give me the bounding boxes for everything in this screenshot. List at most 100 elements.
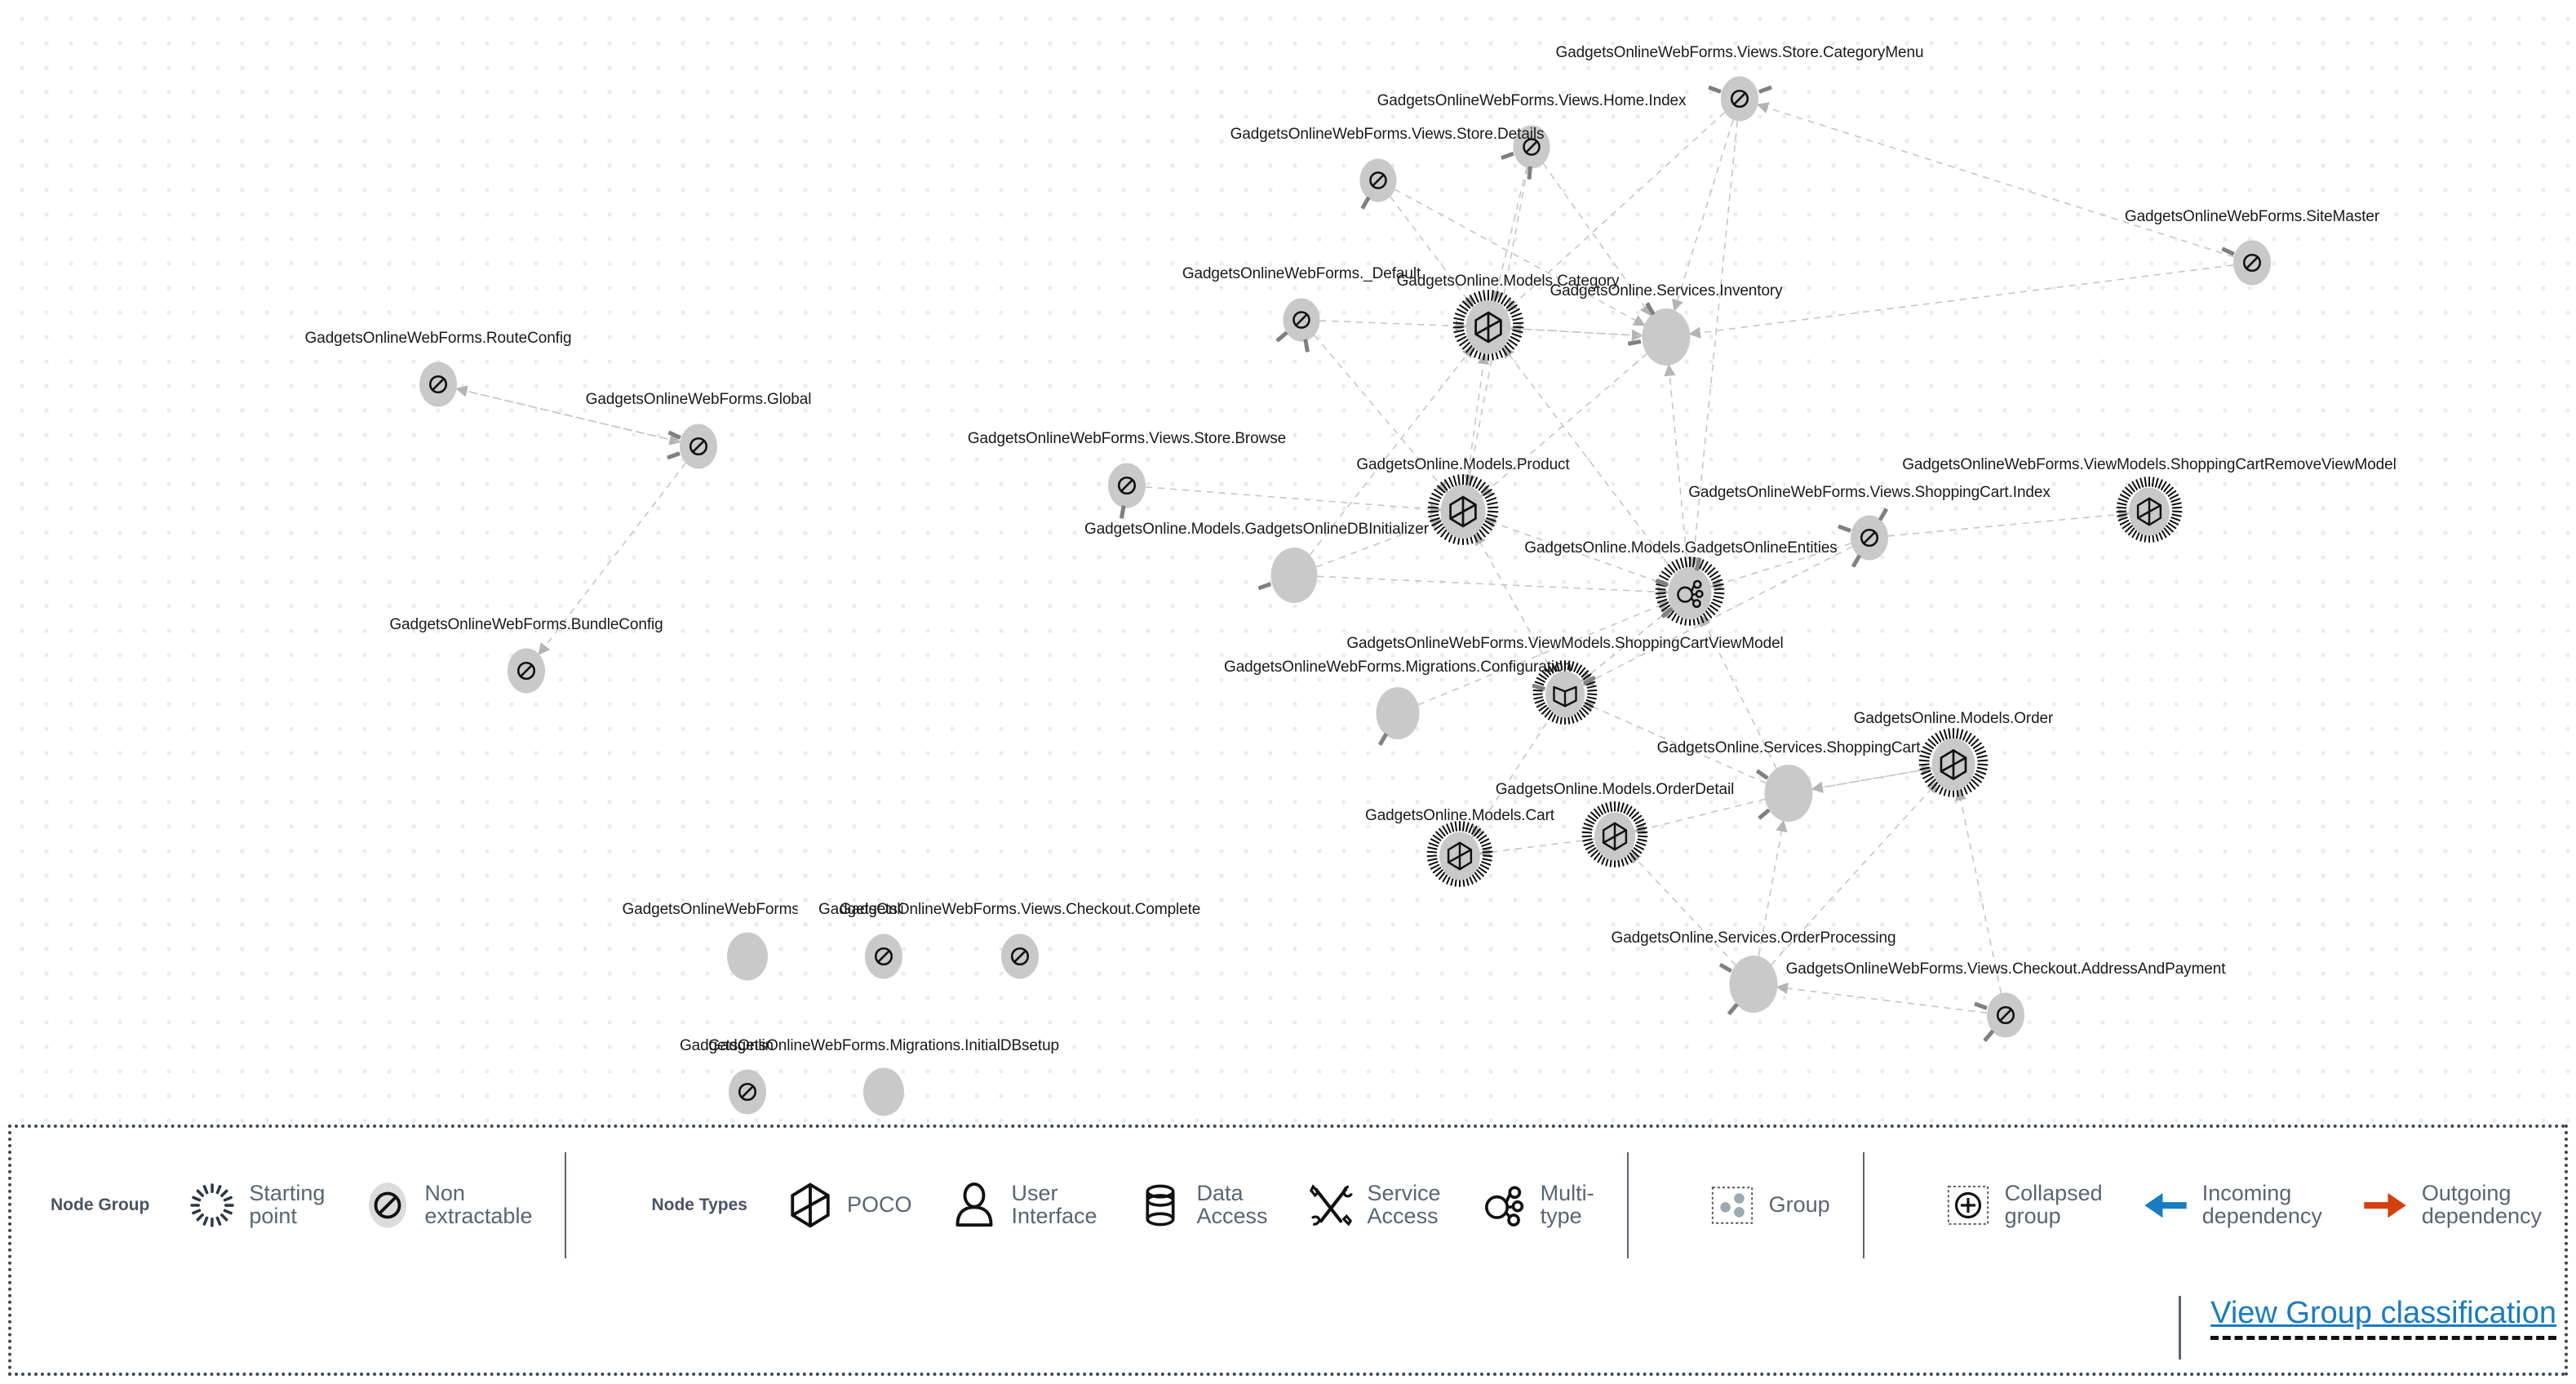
node-label: GadgetsOnlineWebForms.Global xyxy=(585,391,812,408)
legend-row: Node Group Starting point Non extractable N… xyxy=(11,1128,2565,1283)
node-label: GadgetsOnlineWebForms.Migrations.Configu… xyxy=(1224,659,1572,676)
outgoing-dependency-icon xyxy=(2360,1180,2410,1231)
group-icon xyxy=(1707,1180,1758,1231)
non-extractable-icon xyxy=(423,369,454,401)
dependency-edge xyxy=(1480,353,1647,497)
non-extractable-icon xyxy=(1990,1000,2022,1031)
legend-item-label: Outgoing dependency xyxy=(2421,1181,2542,1228)
non-extractable-icon xyxy=(732,1076,764,1108)
dependency-graph-page: GadgetsOnlineWebForms.Views.Store.Catego… xyxy=(0,0,2576,1384)
legend-item-label: Non extractable xyxy=(424,1181,533,1228)
view-group-classification-link[interactable]: View Group classification xyxy=(2210,1296,2556,1340)
dependency-edge xyxy=(1479,838,1595,858)
non-extractable-icon xyxy=(362,1180,413,1231)
multi-type-icon xyxy=(1674,577,1706,610)
legend-item-label: Service Access xyxy=(1367,1181,1441,1228)
legend-item-label: User Interface xyxy=(1011,1181,1097,1228)
legend-item-label: Collapsed group xyxy=(2004,1181,2103,1228)
node-body xyxy=(1642,308,1691,366)
graph-canvas[interactable]: GadgetsOnlineWebForms.Views.Store.Catego… xyxy=(0,0,2576,1126)
node-label: GadgetsOnline.Services.OrderProcessing xyxy=(1611,929,1896,947)
node-label: GadgetsOnlineWebForms.Migrations.Initial… xyxy=(707,1037,1060,1054)
node-body xyxy=(863,1067,904,1116)
node-label: GadgetsOnline.Services.Inventory xyxy=(1550,282,1783,299)
legend-section-title: Node Types xyxy=(651,1195,747,1214)
legend-item[interactable]: Data Access xyxy=(1135,1180,1268,1231)
node-label: GadgetsOnline.Models.Product xyxy=(1356,456,1570,473)
node-label: GadgetsOnlineWebForms.ViewModels.Shoppin… xyxy=(1346,635,1784,652)
node-label: GadgetsOnlineWebForms.Views.Home.Index xyxy=(1377,92,1687,109)
multi-type-icon xyxy=(1479,1180,1529,1231)
data-access-icon xyxy=(1135,1180,1186,1231)
legend-divider xyxy=(1862,1152,1864,1258)
legend-item-label: Data Access xyxy=(1196,1181,1268,1228)
node-body xyxy=(1270,548,1318,603)
legend-item[interactable]: Incoming dependency xyxy=(2140,1180,2322,1231)
dependency-edge xyxy=(1581,546,1853,686)
dependency-edge xyxy=(1319,320,1467,332)
node-label: GadgetsOnlineWebForms.ViewModels.Shoppin… xyxy=(1902,456,2396,473)
node-label: GadgetsOnlineWebForms._Default xyxy=(1182,265,1421,282)
poco-icon xyxy=(785,1180,836,1231)
legend-section: Group xyxy=(1661,1144,1830,1266)
non-extractable-icon xyxy=(1111,470,1143,502)
node-label: GadgetsOnline.Models.OrderDetail xyxy=(1495,781,1735,798)
legend-item[interactable]: Multi- type xyxy=(1479,1180,1594,1231)
non-extractable-icon xyxy=(1724,83,1756,115)
edge-tick xyxy=(1527,166,1532,180)
node-label: GadgetsOnlineWebForms.Views.Checkout.Com… xyxy=(839,901,1201,918)
legend-section: Node Group Starting point Non extractable xyxy=(11,1144,532,1266)
dependency-edge xyxy=(1888,508,2130,537)
legend-divider xyxy=(565,1152,567,1258)
node-label: GadgetsOnlineWebForms xyxy=(622,901,798,918)
node-label: GadgetsOnlineWebForms.SiteMaster xyxy=(2124,208,2380,225)
collapsed-group-icon xyxy=(1943,1180,1993,1231)
node-label: GadgetsOnlineWebForms.Views.Store.Catego… xyxy=(1555,44,1924,61)
node-body xyxy=(727,932,768,981)
view-group-classification-wrap: View Group classification xyxy=(2179,1296,2556,1360)
legend-divider xyxy=(1626,1152,1629,1258)
legend-item[interactable]: Starting point xyxy=(187,1180,325,1231)
legend-item[interactable]: Outgoing dependency xyxy=(2360,1180,2542,1231)
dependency-edge xyxy=(1317,575,1669,598)
legend-item[interactable]: Collapsed group xyxy=(1943,1180,2103,1231)
dependency-edge xyxy=(1146,486,1443,516)
legend-item-label: Multi- type xyxy=(1540,1181,1594,1228)
legend-item-label: Incoming dependency xyxy=(2201,1181,2322,1228)
non-extractable-icon xyxy=(1363,165,1394,196)
legend-item[interactable]: Group xyxy=(1707,1180,1830,1231)
legend-item[interactable]: POCO xyxy=(785,1180,912,1231)
legend-item[interactable]: Service Access xyxy=(1306,1180,1441,1231)
legend-item-label: POCO xyxy=(846,1192,912,1218)
poco-icon xyxy=(1600,822,1630,852)
non-extractable-icon xyxy=(1286,304,1317,335)
node-label: GadgetsOnlineWebForms.RouteConfig xyxy=(304,330,572,347)
poco-icon xyxy=(2135,497,2165,527)
dependency-edge xyxy=(1633,798,1766,835)
legend-item-label: Starting point xyxy=(249,1181,326,1228)
data-access-icon xyxy=(1550,680,1580,709)
legend-panel: Node Group Starting point Non extractable N… xyxy=(8,1124,2568,1376)
poco-icon xyxy=(1447,495,1480,529)
legend-section: Collapsed group Incoming dependency Outgoi… xyxy=(1897,1144,2542,1266)
poco-icon xyxy=(1472,311,1505,344)
non-extractable-icon xyxy=(683,431,715,463)
dependency-edge xyxy=(1629,851,1736,966)
legend-item[interactable]: User Interface xyxy=(949,1180,1097,1231)
node-label: GadgetsOnline.Models.GadgetsOnlineEntiti… xyxy=(1524,539,1838,557)
legend-item[interactable]: Non extractable xyxy=(362,1180,532,1231)
incoming-dependency-icon xyxy=(2140,1180,2191,1231)
node-label: GadgetsOnline.Models.GadgetsOnlineDBInit… xyxy=(1084,521,1429,538)
node-label: GadgetsOnline.Models.Cart xyxy=(1365,807,1554,824)
non-extractable-icon xyxy=(511,655,543,687)
user-interface-icon xyxy=(949,1180,1000,1231)
legend-section-title: Node Group xyxy=(51,1195,150,1214)
service-access-icon xyxy=(1306,1180,1356,1231)
node-label: GadgetsOnline.Models.Order xyxy=(1853,710,2054,727)
node-label: GadgetsOnlineWebForms.Views.Checkout.Add… xyxy=(1785,960,2226,978)
starting-point-icon xyxy=(187,1180,237,1231)
node-label: GadgetsOnlineWebForms.Views.Store.Browse xyxy=(967,430,1287,447)
non-extractable-icon xyxy=(868,941,900,973)
poco-icon xyxy=(1445,841,1475,872)
legend-divider xyxy=(2179,1296,2182,1360)
